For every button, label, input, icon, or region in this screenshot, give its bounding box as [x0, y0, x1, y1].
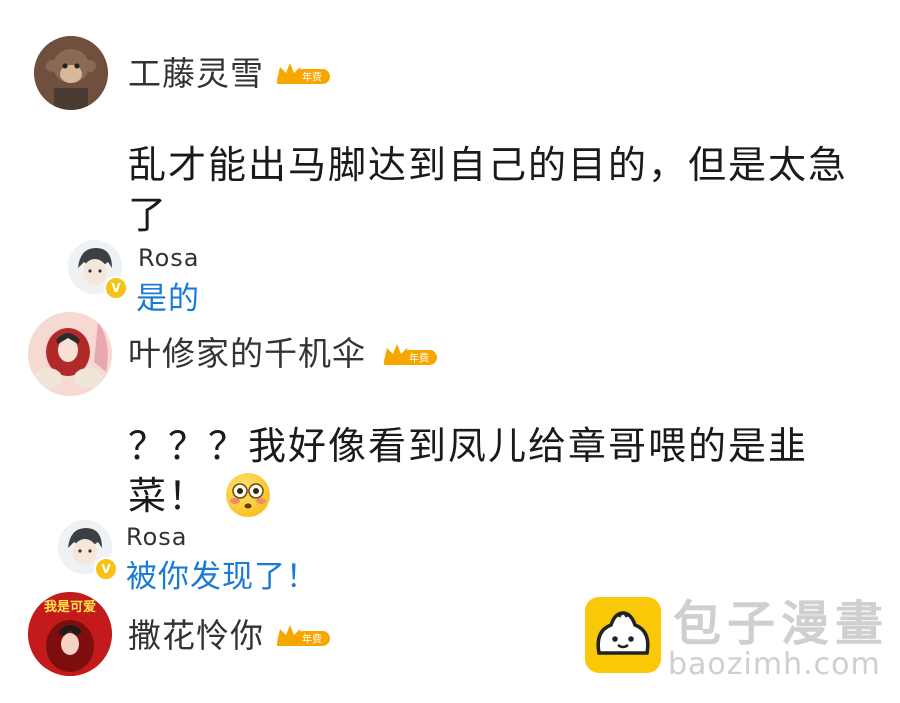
watermark-title: 包子漫畫: [673, 596, 890, 652]
annual-vip-badge: 年费: [274, 58, 332, 88]
username[interactable]: 叶修家的千机伞: [128, 337, 366, 370]
badge-label: 年费: [302, 71, 322, 84]
reply-text: 是的: [136, 281, 200, 317]
comment-text: ？？？我好像看到凤儿给章哥喂的是韭菜！: [128, 421, 848, 521]
annual-vip-badge: 年费: [274, 620, 332, 650]
anime-avatar-icon: [28, 312, 112, 396]
flushed-face-emoji-icon: [226, 472, 271, 517]
badge-label: 年费: [302, 633, 322, 646]
monkey-avatar-icon: [34, 36, 108, 110]
badge-label: 年费: [409, 352, 429, 365]
reply-text: 被你发现了！: [126, 559, 318, 595]
username[interactable]: 撒花怜你: [128, 619, 264, 652]
avatar-label: 我是可爱: [44, 599, 96, 615]
avatar-user-2[interactable]: [28, 312, 112, 396]
verified-icon: V: [94, 557, 118, 581]
avatar-user-1[interactable]: [34, 36, 108, 110]
cute-avatar-icon: 我是可爱: [28, 592, 112, 676]
comment-text: 乱才能出马脚达到自己的目的，但是太急了: [128, 143, 849, 237]
watermark-url: baozimh.com: [668, 647, 881, 682]
verified-icon: V: [104, 276, 128, 300]
annual-vip-badge: 年费: [381, 339, 439, 369]
baozi-logo-icon: [585, 597, 661, 673]
avatar-user-3[interactable]: 我是可爱: [28, 592, 112, 676]
reply-username[interactable]: Rosa: [126, 525, 188, 549]
username[interactable]: 工藤灵雪: [128, 57, 264, 90]
reply-username[interactable]: Rosa: [138, 246, 200, 270]
